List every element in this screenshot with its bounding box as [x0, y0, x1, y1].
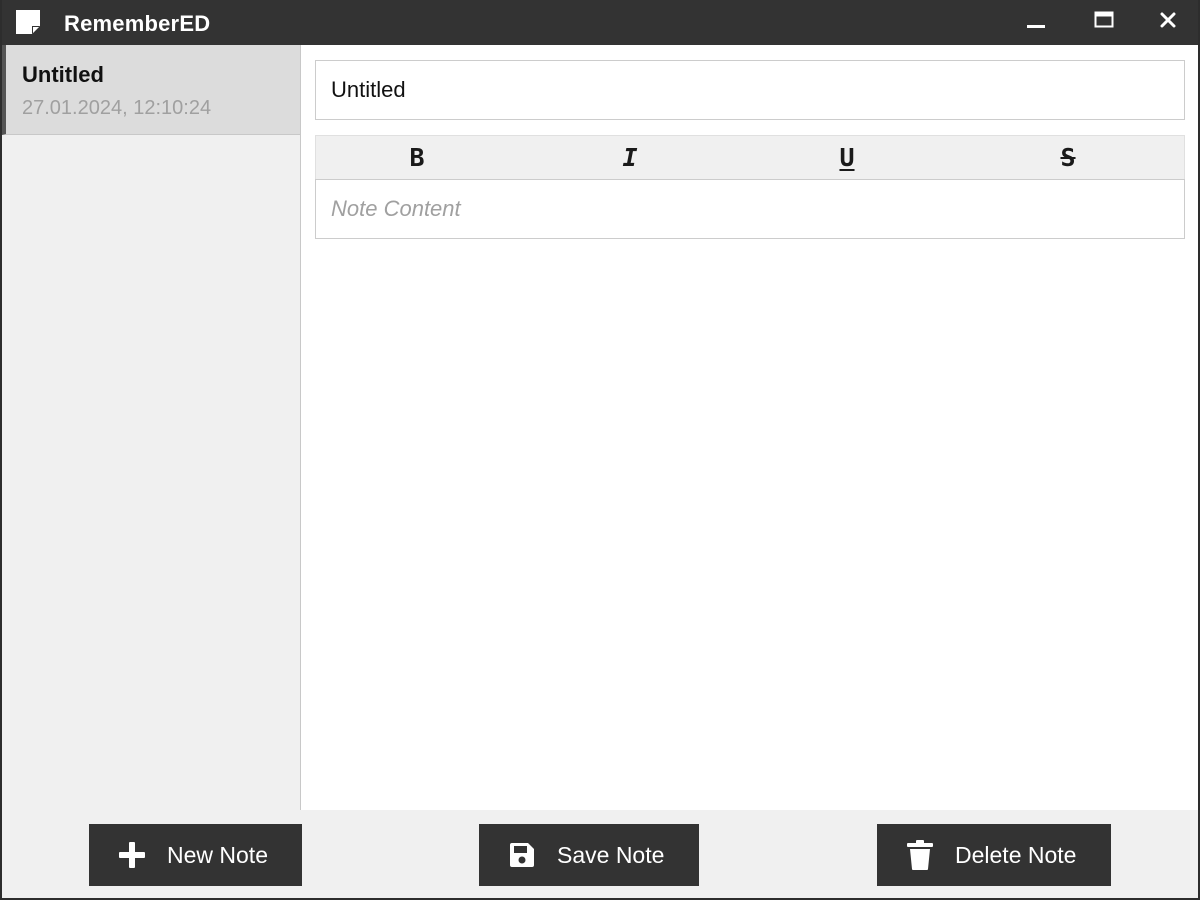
new-note-label: New Note	[167, 841, 268, 868]
note-title-input[interactable]	[315, 60, 1185, 120]
editor-pane: B I U S	[301, 45, 1198, 810]
delete-note-button[interactable]: Delete Note	[877, 824, 1111, 886]
save-note-button[interactable]: Save Note	[479, 824, 699, 886]
note-content-input[interactable]	[315, 179, 1185, 239]
app-window: RememberED Untitled 27.01.2024, 12:10:24…	[0, 0, 1200, 900]
sticky-note-icon	[14, 8, 44, 38]
action-bar: New Note Save Note Delete Note	[2, 810, 1198, 898]
note-list-item[interactable]: Untitled 27.01.2024, 12:10:24	[2, 45, 300, 135]
app-title: RememberED	[64, 11, 211, 36]
maximize-icon	[1094, 10, 1114, 35]
save-note-label: Save Note	[557, 841, 665, 868]
title-bar[interactable]: RememberED	[2, 0, 1198, 45]
underline-button[interactable]: U	[817, 136, 877, 179]
close-button[interactable]	[1140, 0, 1196, 45]
new-note-button[interactable]: New Note	[89, 824, 302, 886]
italic-button[interactable]: I	[600, 136, 660, 179]
plus-icon	[117, 840, 147, 870]
maximize-button[interactable]	[1076, 0, 1132, 45]
minimize-icon	[1026, 10, 1046, 35]
close-icon	[1160, 12, 1176, 33]
minimize-button[interactable]	[1008, 0, 1064, 45]
strikethrough-button[interactable]: S	[1038, 136, 1098, 179]
format-toolbar: B I U S	[315, 135, 1185, 180]
delete-note-label: Delete Note	[955, 841, 1077, 868]
notes-sidebar: Untitled 27.01.2024, 12:10:24	[2, 45, 301, 810]
bold-button[interactable]: B	[387, 136, 447, 179]
floppy-disk-icon	[507, 840, 537, 870]
trash-icon	[905, 840, 935, 870]
note-item-title: Untitled	[22, 62, 104, 87]
note-item-date: 27.01.2024, 12:10:24	[22, 97, 212, 119]
